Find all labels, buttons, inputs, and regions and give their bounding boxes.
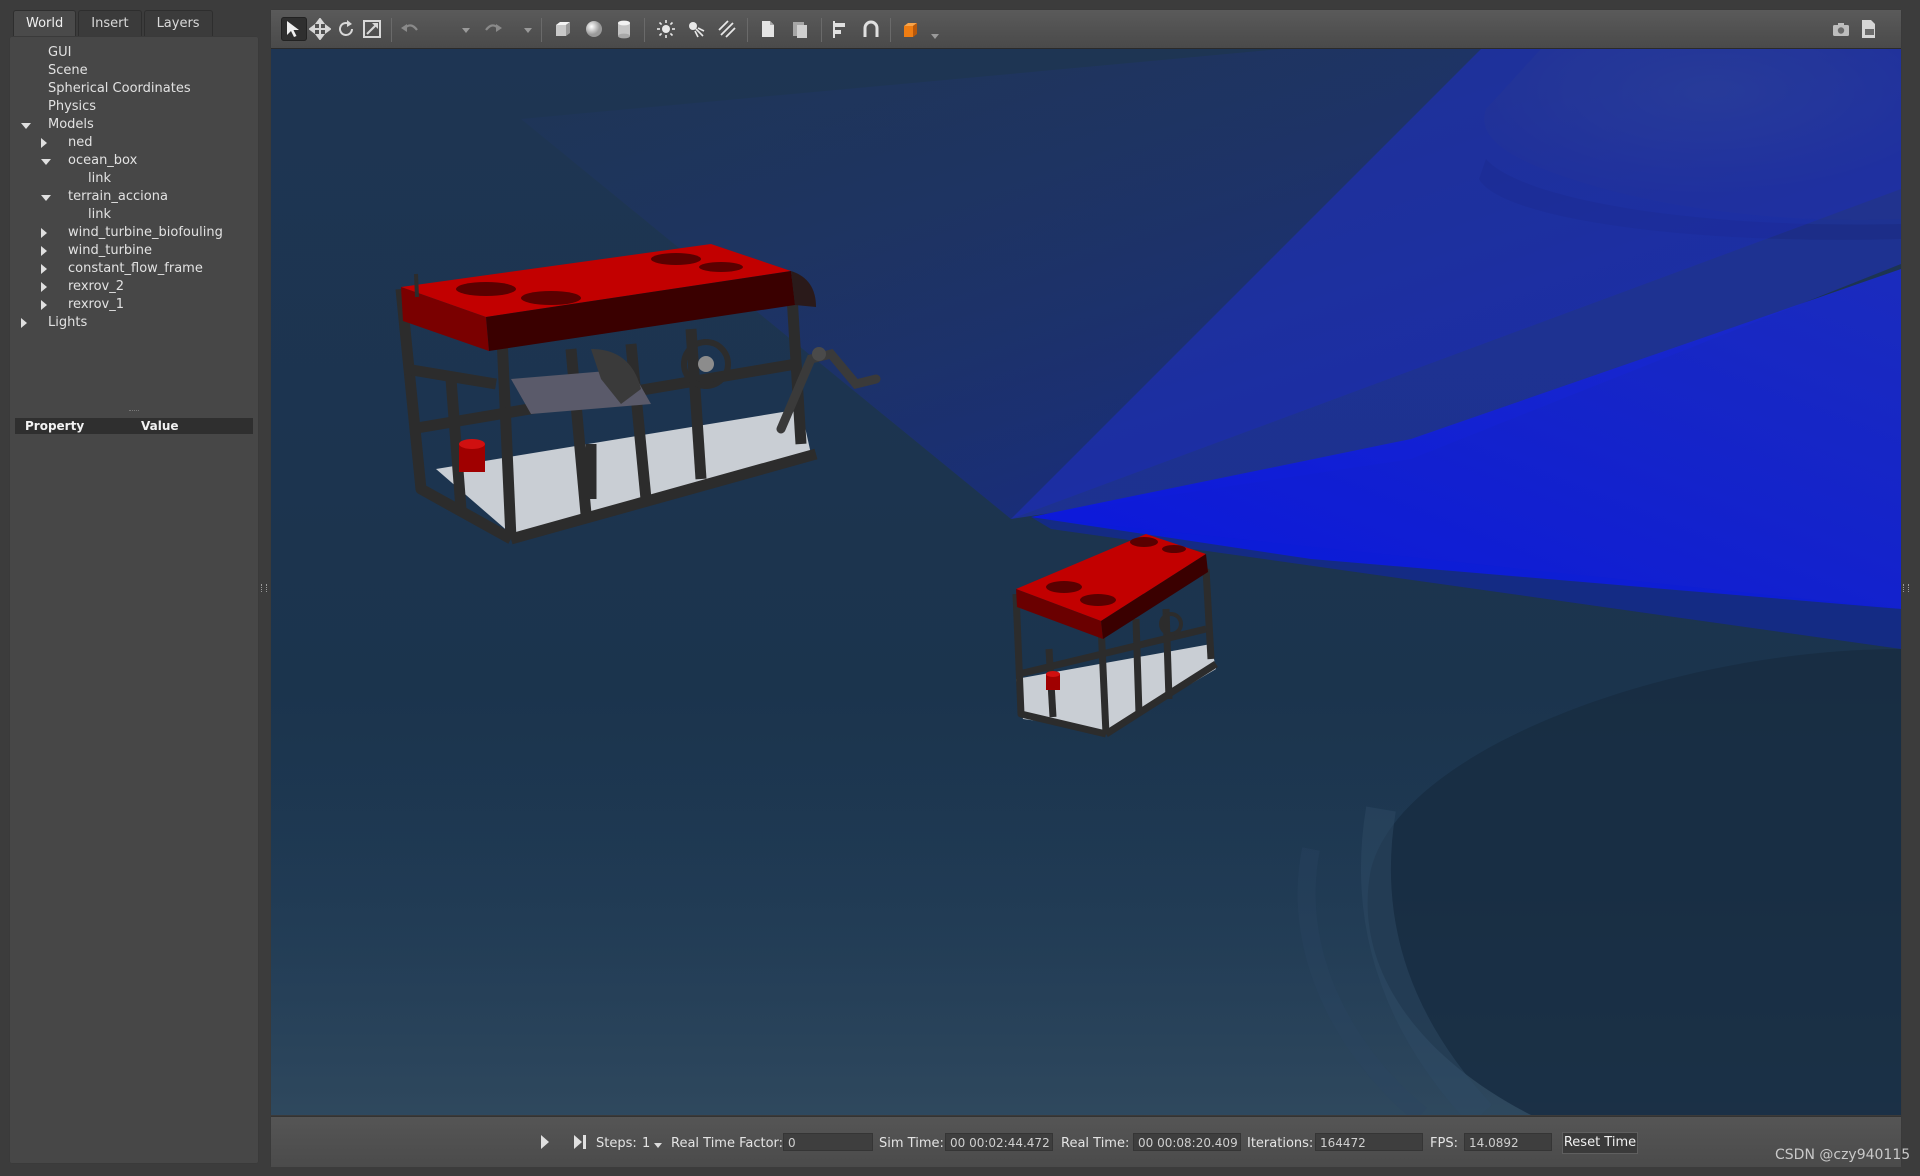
rtf-field: 0 — [783, 1133, 873, 1151]
tree-item-models[interactable]: Models — [9, 116, 259, 134]
tree-item-label: ned — [68, 135, 93, 150]
expanded-arrow-icon[interactable] — [41, 159, 51, 165]
translate-mode-icon[interactable] — [307, 17, 333, 41]
tree-item-terrain-acciona[interactable]: terrain_acciona — [9, 188, 259, 206]
box-shape-icon[interactable] — [550, 17, 576, 41]
collapsed-arrow-icon[interactable] — [21, 318, 27, 328]
collapsed-arrow-icon[interactable] — [41, 246, 47, 256]
tree-item-label: ocean_box — [68, 153, 138, 168]
tree-item-rexrov-2[interactable]: rexrov_2 — [9, 278, 259, 296]
log-icon[interactable] — [1856, 17, 1882, 41]
align-icon[interactable] — [827, 17, 853, 41]
scene-render — [271, 49, 1901, 1115]
view-angle-dropdown[interactable] — [931, 34, 939, 39]
tree-item-physics[interactable]: Physics — [9, 98, 259, 116]
3d-scene-viewport[interactable] — [271, 49, 1901, 1115]
tree-item-scene[interactable]: Scene — [9, 62, 259, 80]
tab-world[interactable]: World — [13, 10, 77, 37]
tree-item-wind-turbine[interactable]: wind_turbine — [9, 242, 259, 260]
tree-item-rexrov-1[interactable]: rexrov_1 — [9, 296, 259, 314]
real-time-label: Real Time: — [1061, 1136, 1130, 1151]
steps-label: Steps: — [596, 1136, 637, 1151]
tree-item-ned[interactable]: ned — [9, 134, 259, 152]
collapsed-arrow-icon[interactable] — [41, 264, 47, 274]
redo-icon[interactable] — [480, 17, 506, 41]
steps-dropdown-arrow[interactable] — [654, 1143, 662, 1148]
viewport-toolbar — [271, 10, 1901, 49]
tree-item-label: wind_turbine_biofouling — [68, 225, 223, 240]
tree-item-label: Spherical Coordinates — [48, 81, 191, 96]
property-table-header: Property Value — [15, 418, 253, 434]
rotate-mode-icon[interactable] — [333, 17, 359, 41]
tree-item-lights[interactable]: Lights — [9, 314, 259, 332]
play-icon[interactable] — [539, 1134, 551, 1154]
paste-icon[interactable] — [787, 17, 813, 41]
iterations-label: Iterations: — [1247, 1136, 1314, 1151]
change-view-icon[interactable] — [898, 17, 924, 41]
expanded-arrow-icon[interactable] — [41, 195, 51, 201]
simulation-status-bar: Steps: 1 Real Time Factor: 0 Sim Time: 0… — [271, 1116, 1901, 1167]
panel-splitter-handle[interactable] — [129, 410, 139, 415]
tree-item-label: Lights — [48, 315, 88, 330]
tree-item-label: link — [88, 171, 111, 186]
left-panel-tabs: World Insert Layers — [13, 10, 213, 38]
fps-field: 14.0892 — [1464, 1133, 1552, 1151]
snap-icon[interactable] — [858, 17, 884, 41]
reset-time-button[interactable]: Reset Time — [1562, 1132, 1638, 1154]
undo-history-dropdown[interactable] — [462, 28, 470, 33]
steps-value[interactable]: 1 — [642, 1136, 650, 1151]
sim-time-label: Sim Time: — [879, 1136, 944, 1151]
tree-item-label: wind_turbine — [68, 243, 153, 258]
tree-item-label: link — [88, 207, 111, 222]
iterations-field: 164472 — [1315, 1133, 1423, 1151]
tree-item-ocean-box[interactable]: ocean_box — [9, 152, 259, 170]
scale-mode-icon[interactable] — [359, 17, 385, 41]
screenshot-icon[interactable] — [1828, 17, 1854, 41]
step-icon[interactable] — [572, 1134, 588, 1154]
right-panel-collapse-grip[interactable] — [1903, 584, 1909, 592]
world-panel: GUI Scene Spherical Coordinates Physics Mode… — [9, 36, 259, 1164]
tree-item-label: rexrov_2 — [68, 279, 124, 294]
fps-label: FPS: — [1430, 1136, 1458, 1151]
world-tree: GUI Scene Spherical Coordinates Physics Mode… — [9, 44, 259, 332]
tree-item-label: Models — [48, 117, 94, 132]
collapsed-arrow-icon[interactable] — [41, 228, 47, 238]
tree-item-label: Physics — [48, 99, 97, 114]
directional-light-icon[interactable] — [714, 17, 740, 41]
value-column-header[interactable]: Value — [141, 418, 179, 434]
tree-item-label: GUI — [48, 45, 72, 60]
collapsed-arrow-icon[interactable] — [41, 138, 47, 148]
undo-icon[interactable] — [397, 17, 423, 41]
point-light-icon[interactable] — [653, 17, 679, 41]
copy-icon[interactable] — [755, 17, 781, 41]
tree-item-link[interactable]: link — [9, 170, 259, 188]
tree-item-gui[interactable]: GUI — [9, 44, 259, 62]
tab-layers[interactable]: Layers — [143, 10, 213, 37]
collapsed-arrow-icon[interactable] — [41, 282, 47, 292]
tree-item-wind-turbine-biofouling[interactable]: wind_turbine_biofouling — [9, 224, 259, 242]
real-time-field: 00 00:08:20.409 — [1133, 1133, 1241, 1151]
left-panel-collapse-grip[interactable] — [261, 584, 267, 592]
cylinder-shape-icon[interactable] — [611, 17, 637, 41]
tree-item-label: Scene — [48, 63, 88, 78]
spot-light-icon[interactable] — [683, 17, 709, 41]
collapsed-arrow-icon[interactable] — [41, 300, 47, 310]
sphere-shape-icon[interactable] — [581, 17, 607, 41]
expanded-arrow-icon[interactable] — [21, 123, 31, 129]
rtf-label: Real Time Factor: — [671, 1136, 784, 1151]
tree-item-spherical-coordinates[interactable]: Spherical Coordinates — [9, 80, 259, 98]
property-column-header[interactable]: Property — [25, 418, 84, 434]
tree-item-constant-flow-frame[interactable]: constant_flow_frame — [9, 260, 259, 278]
tree-item-label: rexrov_1 — [68, 297, 124, 312]
tree-item-link[interactable]: link — [9, 206, 259, 224]
sim-time-field: 00 00:02:44.472 — [945, 1133, 1053, 1151]
watermark-text: CSDN @czy940115 — [1775, 1147, 1911, 1163]
tree-item-label: terrain_acciona — [68, 189, 168, 204]
tab-insert[interactable]: Insert — [78, 10, 142, 37]
select-mode-icon[interactable] — [281, 17, 307, 41]
tree-item-label: constant_flow_frame — [68, 261, 203, 276]
redo-history-dropdown[interactable] — [524, 28, 532, 33]
